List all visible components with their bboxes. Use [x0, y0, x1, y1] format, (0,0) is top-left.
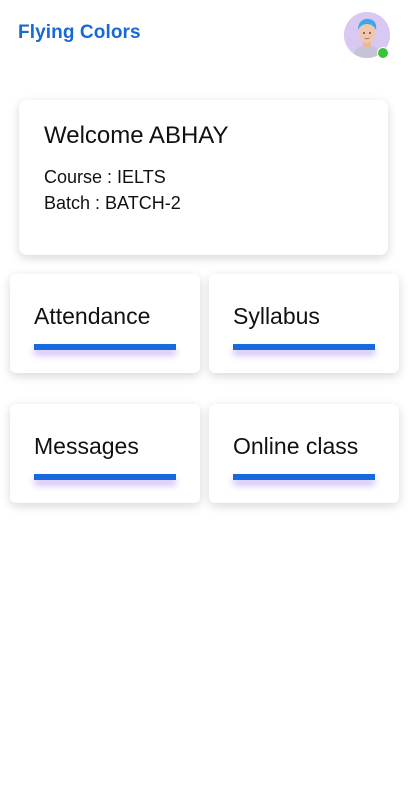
tile-accent-bar: [233, 474, 375, 480]
online-status-indicator: [377, 47, 389, 59]
online-class-tile[interactable]: Online class: [209, 404, 399, 503]
batch-info: Batch : BATCH-2: [44, 193, 181, 213]
tile-accent-bar: [233, 344, 375, 350]
tile-label: Attendance: [34, 303, 151, 329]
app-title: Flying Colors: [18, 22, 141, 43]
syllabus-tile[interactable]: Syllabus: [209, 274, 399, 373]
course-info: Course : IELTS: [44, 167, 166, 187]
messages-tile[interactable]: Messages: [10, 404, 200, 503]
tile-accent-bar: [34, 474, 176, 480]
attendance-tile[interactable]: Attendance: [10, 274, 200, 373]
tile-label: Messages: [34, 433, 139, 459]
tile-accent-bar: [34, 344, 176, 350]
home-screen: Flying Colors Welcome ABHAY Course : IEL…: [0, 0, 408, 800]
tile-label: Online class: [233, 433, 359, 459]
welcome-card: Welcome ABHAY Course : IELTS Batch : BAT…: [19, 100, 388, 255]
tile-label: Syllabus: [233, 303, 320, 329]
welcome-greeting: Welcome ABHAY: [44, 122, 229, 149]
